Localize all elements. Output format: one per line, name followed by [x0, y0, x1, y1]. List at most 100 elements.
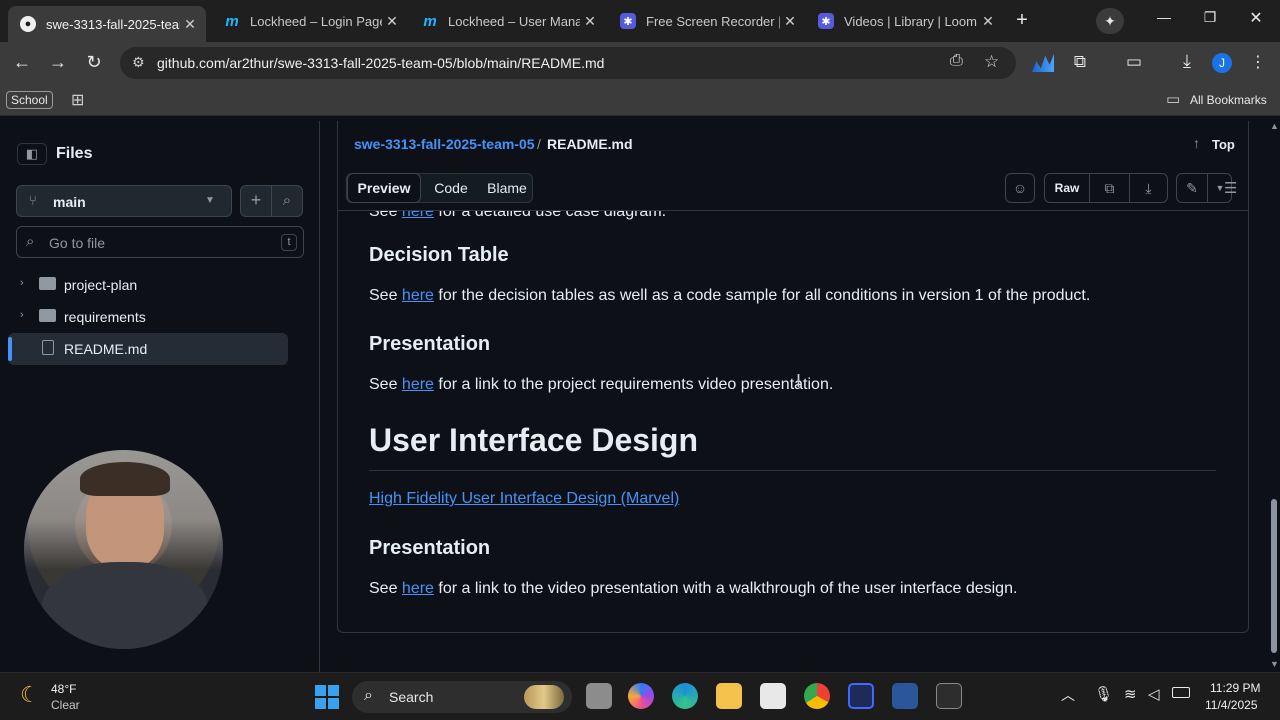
copilot-icon[interactable]: ☺: [1005, 173, 1035, 203]
scrollbar-thumb[interactable]: [1271, 499, 1277, 653]
tab-strip: ● swe-3313-fall-2025-team ✕ m Lockheed –…: [0, 0, 1280, 42]
gemini-icon[interactable]: ✦: [1096, 8, 1124, 34]
tab-free-screen-recorder[interactable]: ✱ Free Screen Recorder | L ✕: [608, 6, 806, 36]
address-bar[interactable]: ⚙ github.com/ar2thur/swe-3313-fall-2025-…: [120, 47, 1016, 79]
bookmarks-bar: School ⊞ ▭ All Bookmarks: [0, 84, 1280, 116]
tree-item-label: README.md: [64, 341, 148, 357]
new-tab-button[interactable]: +: [1010, 9, 1034, 32]
minimize-button[interactable]: —: [1152, 9, 1176, 25]
clock-date[interactable]: 11/4/2025: [1205, 698, 1258, 712]
tree-item-requirements[interactable]: › requirements: [8, 301, 288, 333]
edge-icon[interactable]: [672, 683, 698, 709]
close-tab-icon[interactable]: ✕: [978, 13, 998, 30]
tab-blame[interactable]: Blame: [481, 180, 533, 196]
tab-loom-videos[interactable]: ✱ Videos | Library | Loom ✕: [806, 6, 1004, 36]
webcam-bubble[interactable]: [24, 450, 223, 649]
branch-selector[interactable]: ⑂ main ▼: [16, 185, 232, 217]
microphone-icon[interactable]: 🎙: [1094, 685, 1113, 703]
chevron-right-icon: ›: [20, 277, 24, 289]
marvel-icon: m: [423, 12, 437, 30]
breadcrumb-repo-link[interactable]: swe-3313-fall-2025-team-05: [354, 136, 535, 152]
folder-icon: ▭: [1166, 91, 1181, 108]
close-tab-icon[interactable]: ✕: [382, 13, 402, 30]
top-button[interactable]: Top: [1212, 137, 1235, 152]
weather-desc: Clear: [51, 698, 80, 712]
word-icon[interactable]: [892, 683, 918, 709]
decision-table-here-link[interactable]: here: [402, 287, 434, 304]
site-info-icon[interactable]: ⚙: [132, 54, 145, 71]
text-cursor-icon: I: [796, 371, 802, 391]
copilot-app-icon[interactable]: [628, 683, 654, 709]
close-tab-icon[interactable]: ✕: [180, 16, 200, 33]
marvel-design-link[interactable]: High Fidelity User Interface Design (Mar…: [369, 490, 679, 507]
clock-time[interactable]: 11:29 PM: [1210, 681, 1260, 695]
all-bookmarks-link[interactable]: All Bookmarks: [1190, 93, 1267, 107]
taskbar-search[interactable]: ⌕ Search: [352, 681, 572, 713]
tab-lockheed-login[interactable]: m Lockheed – Login Page ✕: [212, 6, 408, 36]
collapse-sidebar-icon[interactable]: ◧: [17, 143, 47, 165]
battery-icon[interactable]: [1172, 687, 1190, 698]
file-explorer-icon[interactable]: [716, 683, 742, 709]
cast-icon[interactable]: ▭: [1122, 52, 1146, 72]
use-case-here-link[interactable]: here: [402, 211, 434, 220]
downloads-icon[interactable]: ⤓: [1175, 51, 1199, 72]
volume-icon[interactable]: ◁: [1148, 685, 1160, 703]
tree-item-readme[interactable]: README.md: [8, 333, 288, 365]
file-header: swe-3313-fall-2025-team-05 / README.md ↑…: [337, 121, 1249, 211]
scroll-down-icon[interactable]: ▼: [1270, 659, 1279, 669]
task-view-icon[interactable]: [586, 683, 612, 709]
heading-decision-table: Decision Table: [369, 244, 509, 266]
search-icon: ⌕: [26, 233, 35, 250]
profile-avatar[interactable]: J: [1212, 53, 1232, 73]
sidebar-title: Files: [56, 145, 93, 162]
heading-presentation: Presentation: [369, 333, 491, 355]
reload-button[interactable]: ↻: [82, 52, 106, 73]
tab-lockheed-user-management[interactable]: m Lockheed – User Manag ✕: [410, 6, 606, 36]
tab-code[interactable]: Code: [421, 180, 481, 196]
weather-moon-icon[interactable]: ☾: [20, 682, 40, 708]
tree-item-project-plan[interactable]: › project-plan: [8, 269, 288, 301]
page-scrollbar[interactable]: ▲ ▼: [1268, 121, 1280, 672]
ui-video-here-link[interactable]: here: [402, 580, 434, 597]
search-icon: ⌕: [364, 687, 373, 704]
marvel-link-paragraph: High Fidelity User Interface Design (Mar…: [369, 490, 679, 508]
extensions-puzzle-icon[interactable]: ⧉: [1068, 52, 1092, 72]
add-file-button[interactable]: +: [240, 185, 272, 217]
tree-item-label: project-plan: [64, 277, 138, 293]
tab-github-readme[interactable]: ● swe-3313-fall-2025-team ✕: [8, 6, 206, 42]
search-icon[interactable]: ⌕: [271, 185, 303, 217]
close-window-button[interactable]: ✕: [1244, 8, 1268, 28]
download-icon[interactable]: ⤓: [1129, 174, 1167, 202]
go-to-file-input[interactable]: ⌕ Go to file t: [16, 226, 304, 258]
bookmark-school[interactable]: School: [6, 91, 53, 109]
forward-button[interactable]: →: [46, 52, 70, 73]
tab-preview[interactable]: Preview: [347, 173, 421, 203]
install-app-icon[interactable]: ⎙: [950, 52, 963, 70]
chevron-down-icon: ▼: [205, 195, 215, 206]
file-actions-group: Raw ⧉ ⤓: [1044, 173, 1168, 203]
apps-grid-icon[interactable]: ⊞: [71, 90, 84, 110]
intellij-icon[interactable]: [848, 683, 874, 709]
wifi-icon[interactable]: ≋: [1124, 685, 1137, 703]
restore-button[interactable]: ❐: [1198, 9, 1222, 26]
close-tab-icon[interactable]: ✕: [580, 13, 600, 30]
chrome-icon[interactable]: [804, 683, 830, 709]
raw-button[interactable]: Raw: [1045, 174, 1089, 202]
decision-table-paragraph: See here for the decision tables as well…: [369, 287, 1091, 304]
breadcrumb-separator: /: [537, 136, 541, 152]
outline-list-icon[interactable]: ☰: [1224, 179, 1237, 197]
pencil-icon[interactable]: ✎: [1177, 174, 1207, 202]
shortcut-key-badge: t: [281, 234, 297, 251]
use-case-paragraph: See here for a detailed use case diagram…: [369, 211, 666, 221]
windows-start-icon[interactable]: [315, 685, 339, 709]
snipping-tool-icon[interactable]: [936, 683, 962, 709]
bookmark-star-icon[interactable]: ☆: [984, 52, 999, 72]
copy-icon[interactable]: ⧉: [1089, 174, 1129, 202]
microsoft-store-icon[interactable]: [760, 683, 786, 709]
back-button[interactable]: ←: [10, 52, 34, 73]
close-tab-icon[interactable]: ✕: [780, 13, 800, 30]
browser-menu-icon[interactable]: ⋮: [1248, 52, 1268, 72]
scroll-up-icon[interactable]: ▲: [1270, 121, 1279, 131]
requirements-video-here-link[interactable]: here: [402, 376, 434, 393]
chevron-up-icon[interactable]: ︿: [1061, 685, 1075, 705]
